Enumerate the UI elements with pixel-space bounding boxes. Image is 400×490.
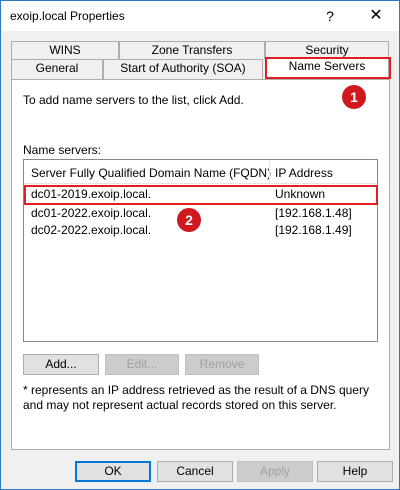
row-fqdn: dc02-2022.exoip.local. bbox=[31, 223, 152, 237]
column-header-ip[interactable]: IP Address bbox=[275, 166, 333, 180]
help-icon[interactable]: ? bbox=[307, 1, 353, 31]
instruction-text: To add name servers to the list, click A… bbox=[23, 93, 244, 107]
tab-wins[interactable]: WINS bbox=[11, 41, 119, 59]
remove-button[interactable]: Remove bbox=[185, 354, 259, 375]
edit-button[interactable]: Edit... bbox=[105, 354, 179, 375]
name-servers-label: Name servers: bbox=[23, 143, 102, 157]
apply-button[interactable]: Apply bbox=[237, 461, 313, 482]
cancel-button[interactable]: Cancel bbox=[157, 461, 233, 482]
ok-button[interactable]: OK bbox=[75, 461, 151, 482]
table-row[interactable]: dc02-2022.exoip.local. [192.168.1.49] bbox=[24, 222, 377, 238]
column-divider[interactable] bbox=[269, 160, 270, 183]
window-title: exoip.local Properties bbox=[10, 9, 125, 23]
close-icon[interactable]: ✕ bbox=[353, 1, 399, 31]
row-ip: [192.168.1.48] bbox=[275, 206, 352, 220]
properties-dialog: exoip.local Properties ? ✕ WINS Zone Tra… bbox=[0, 0, 400, 490]
title-bar: exoip.local Properties ? ✕ bbox=[1, 1, 399, 31]
row-fqdn: dc01-2022.exoip.local. bbox=[31, 206, 152, 220]
footnote-text: * represents an IP address retrieved as … bbox=[23, 383, 369, 412]
list-header: Server Fully Qualified Domain Name (FQDN… bbox=[24, 160, 377, 184]
help-button[interactable]: Help bbox=[317, 461, 393, 482]
tab-start-of-authority[interactable]: Start of Authority (SOA) bbox=[103, 59, 263, 79]
column-header-fqdn[interactable]: Server Fully Qualified Domain Name (FQDN… bbox=[31, 166, 271, 180]
tab-zone-transfers[interactable]: Zone Transfers bbox=[119, 41, 265, 59]
highlight-box-name-servers-tab bbox=[265, 57, 391, 79]
highlight-box-row-1 bbox=[24, 185, 378, 205]
add-button[interactable]: Add... bbox=[23, 354, 99, 375]
tab-general[interactable]: General bbox=[11, 59, 103, 79]
row-ip: [192.168.1.49] bbox=[275, 223, 352, 237]
annotation-badge-1: 1 bbox=[342, 85, 366, 109]
annotation-badge-2: 2 bbox=[177, 208, 201, 232]
